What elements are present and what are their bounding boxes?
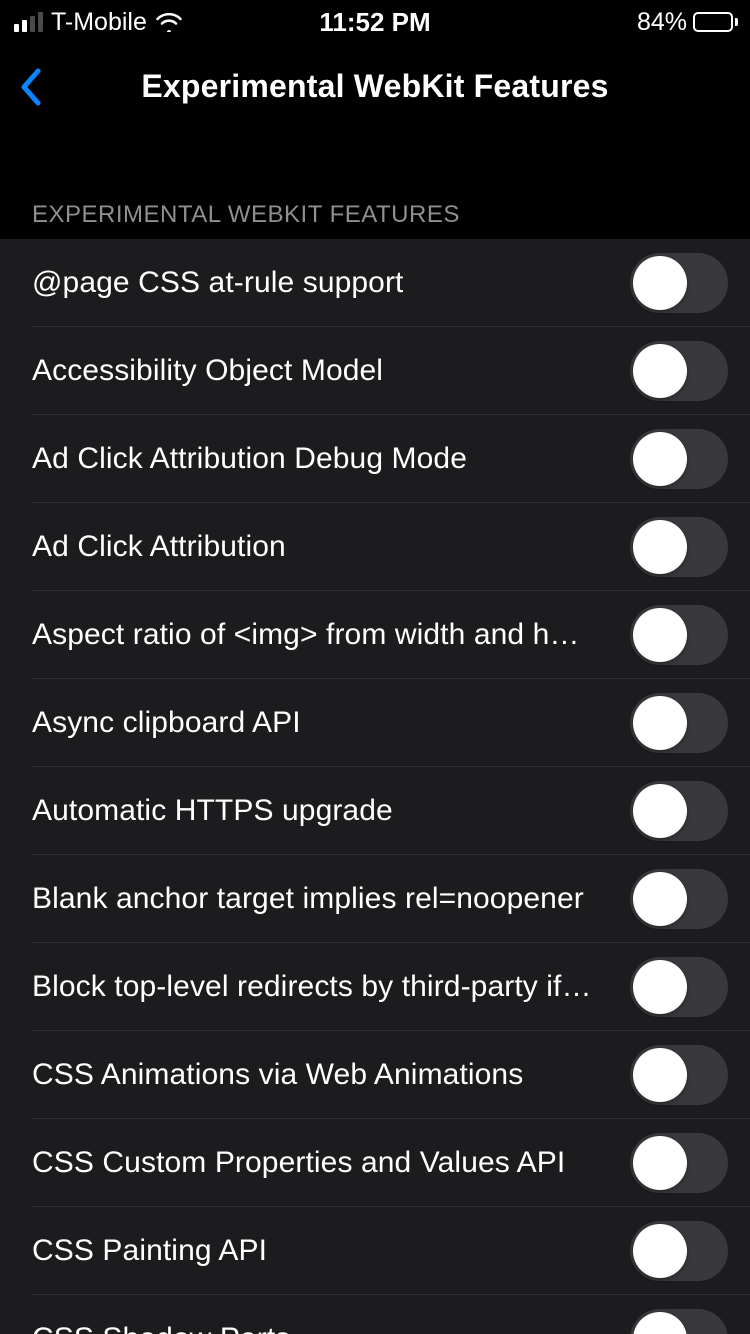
toggle-knob xyxy=(633,696,687,750)
feature-label: CSS Painting API xyxy=(32,1234,267,1268)
feature-row: Automatic HTTPS upgrade xyxy=(0,767,750,855)
toggle-knob xyxy=(633,432,687,486)
feature-toggle[interactable] xyxy=(630,1221,728,1281)
feature-toggle[interactable] xyxy=(630,429,728,489)
feature-label: CSS Animations via Web Animations xyxy=(32,1058,523,1092)
feature-label: Async clipboard API xyxy=(32,706,301,740)
feature-toggle[interactable] xyxy=(630,605,728,665)
feature-label: Ad Click Attribution Debug Mode xyxy=(32,442,467,476)
toggle-knob xyxy=(633,1048,687,1102)
feature-row: Blank anchor target implies rel=noopener xyxy=(0,855,750,943)
clock: 11:52 PM xyxy=(319,7,430,38)
feature-row: CSS Painting API xyxy=(0,1207,750,1295)
feature-toggle[interactable] xyxy=(630,253,728,313)
feature-row: Aspect ratio of <img> from width and hei… xyxy=(0,591,750,679)
toggle-knob xyxy=(633,608,687,662)
feature-toggle[interactable] xyxy=(630,1309,728,1334)
toggle-knob xyxy=(633,1224,687,1278)
toggle-knob xyxy=(633,784,687,838)
feature-row: Accessibility Object Model xyxy=(0,327,750,415)
feature-toggle[interactable] xyxy=(630,869,728,929)
wifi-icon xyxy=(155,12,183,32)
status-bar: T-Mobile 11:52 PM 84% xyxy=(0,0,750,44)
feature-toggle[interactable] xyxy=(630,693,728,753)
feature-toggle[interactable] xyxy=(630,781,728,841)
back-button[interactable] xyxy=(18,67,42,107)
toggle-knob xyxy=(633,344,687,398)
feature-row: Block top-level redirects by third-party… xyxy=(0,943,750,1031)
feature-row: CSS Custom Properties and Values API xyxy=(0,1119,750,1207)
feature-toggle[interactable] xyxy=(630,957,728,1017)
section-header: EXPERIMENTAL WEBKIT FEATURES xyxy=(0,129,750,239)
feature-label: CSS Shadow Parts xyxy=(32,1322,290,1334)
feature-label: Aspect ratio of <img> from width and hei… xyxy=(32,618,592,652)
toggle-knob xyxy=(633,960,687,1014)
feature-toggle[interactable] xyxy=(630,341,728,401)
toggle-knob xyxy=(633,1136,687,1190)
feature-toggle[interactable] xyxy=(630,517,728,577)
nav-header: Experimental WebKit Features xyxy=(0,44,750,129)
feature-list: @page CSS at-rule support Accessibility O… xyxy=(0,239,750,1334)
battery-icon xyxy=(693,12,738,32)
toggle-knob xyxy=(633,1312,687,1334)
feature-row: CSS Shadow Parts xyxy=(0,1295,750,1334)
feature-row: @page CSS at-rule support xyxy=(0,239,750,327)
feature-toggle[interactable] xyxy=(630,1133,728,1193)
feature-label: Accessibility Object Model xyxy=(32,354,383,388)
carrier-label: T-Mobile xyxy=(51,8,147,37)
feature-label: Ad Click Attribution xyxy=(32,530,286,564)
feature-label: Automatic HTTPS upgrade xyxy=(32,794,393,828)
feature-label: Block top-level redirects by third-party… xyxy=(32,970,592,1004)
page-title: Experimental WebKit Features xyxy=(141,68,608,105)
status-right: 84% xyxy=(637,8,738,37)
feature-row: Ad Click Attribution Debug Mode xyxy=(0,415,750,503)
feature-row: Async clipboard API xyxy=(0,679,750,767)
feature-row: CSS Animations via Web Animations xyxy=(0,1031,750,1119)
feature-label: CSS Custom Properties and Values API xyxy=(32,1146,565,1180)
feature-row: Ad Click Attribution xyxy=(0,503,750,591)
battery-percentage: 84% xyxy=(637,8,687,37)
toggle-knob xyxy=(633,872,687,926)
toggle-knob xyxy=(633,520,687,574)
feature-label: @page CSS at-rule support xyxy=(32,266,403,300)
cellular-signal-icon xyxy=(14,12,43,32)
feature-label: Blank anchor target implies rel=noopener xyxy=(32,882,584,916)
toggle-knob xyxy=(633,256,687,310)
status-left: T-Mobile xyxy=(14,8,183,37)
feature-toggle[interactable] xyxy=(630,1045,728,1105)
